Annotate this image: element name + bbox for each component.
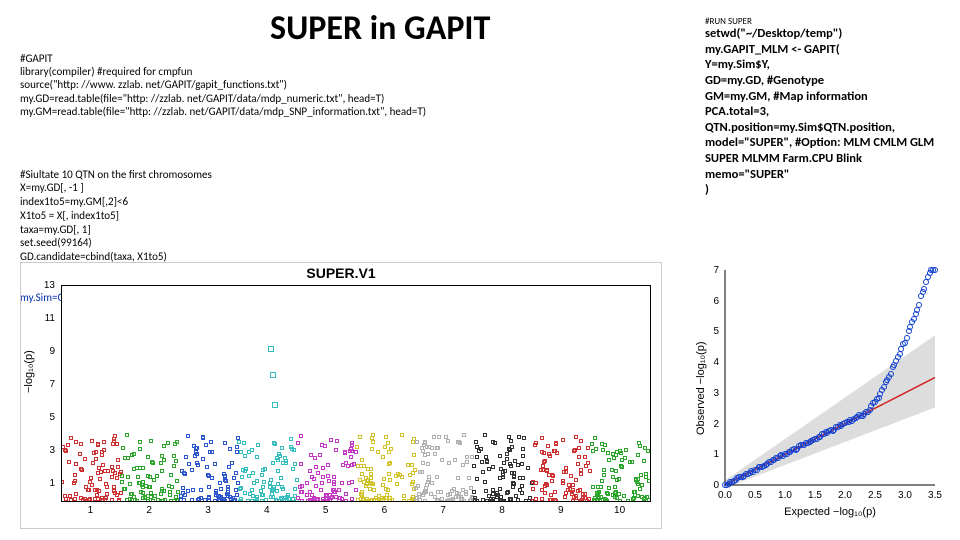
page-title: SUPER in GAPIT bbox=[270, 8, 490, 49]
manhattan-frame bbox=[61, 285, 651, 502]
code-block-gapit-setup: #GAPIT library(compiler) #required for c… bbox=[20, 52, 660, 118]
code-block-run-super: setwd("~/Desktop/temp") my.GAPIT_MLM <- … bbox=[705, 26, 945, 198]
qq-xlabel: Expected −log₁₀(p) bbox=[725, 506, 935, 518]
manhattan-title: SUPER.V1 bbox=[21, 265, 661, 281]
manhattan-plot: SUPER.V1 −log₁₀(p) 135791113 12345678910 bbox=[20, 262, 662, 529]
qq-frame bbox=[725, 270, 935, 485]
qq-plot: Observed −log₁₀(p) 01234567 0.00.51.01.5… bbox=[695, 260, 945, 525]
slide-root: SUPER in GAPIT #GAPIT library(compiler) … bbox=[0, 0, 960, 540]
